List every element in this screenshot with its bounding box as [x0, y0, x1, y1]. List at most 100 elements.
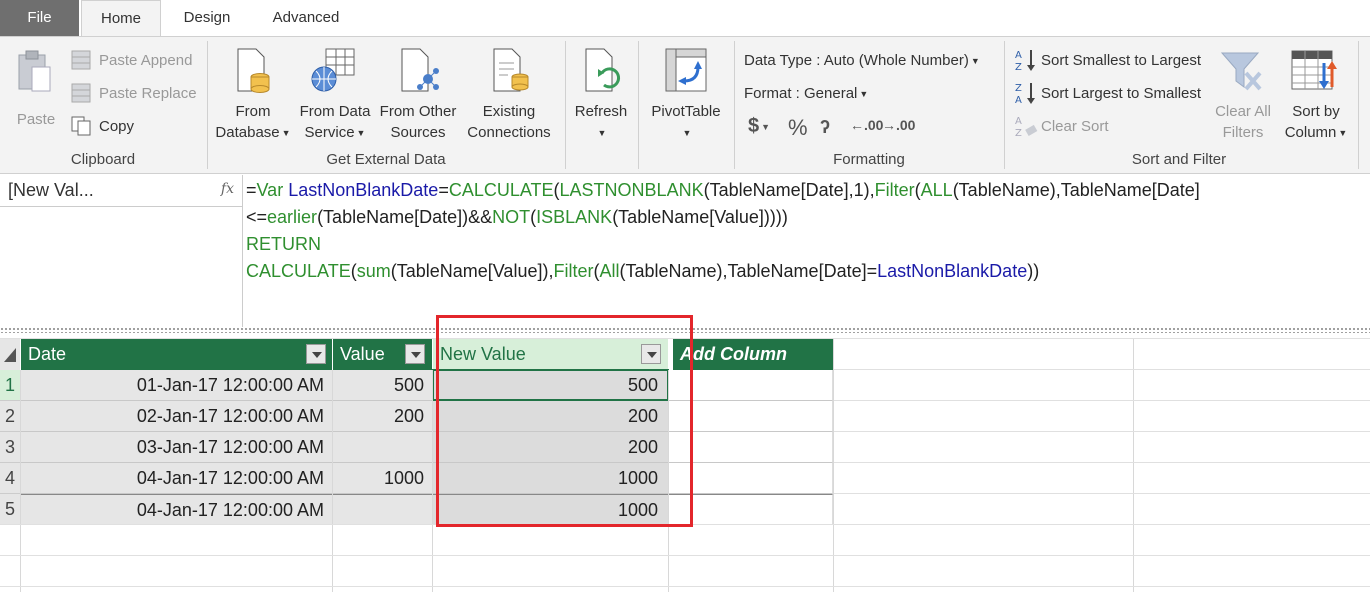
existing-connections-button[interactable]: Existing Connections — [462, 45, 556, 145]
formula-line-4: CALCULATE(sum(TableName[Value]),Filter(A… — [246, 261, 1040, 281]
clipboard-group-label: Clipboard — [70, 151, 136, 168]
tab-design[interactable]: Design — [170, 0, 244, 36]
from-database-label-2: Database — [215, 124, 280, 141]
group-separator — [638, 41, 639, 169]
refresh-label: Refresh — [574, 103, 628, 120]
currency-button[interactable]: $ ▼ — [748, 115, 770, 138]
svg-text:Z: Z — [1015, 83, 1022, 94]
name-box-value: [New Val... — [8, 180, 94, 200]
increase-decimal-button[interactable]: ←.00 — [850, 117, 883, 133]
value-cell[interactable]: 200 — [333, 401, 432, 432]
row-number[interactable]: 2 — [0, 401, 20, 432]
clear-all-filters-button[interactable]: Clear All Filters — [1208, 45, 1278, 145]
row-number[interactable]: 1 — [0, 370, 20, 401]
grid-line — [432, 370, 433, 592]
format-dropdown[interactable]: Format : General ▼ — [744, 85, 868, 102]
formula-editor[interactable]: =Var LastNonBlankDate=CALCULATE(LASTNONB… — [246, 177, 1366, 285]
pivottable-button[interactable]: PivotTable ▼ — [644, 45, 728, 145]
ribbon: Paste Paste Append Paste Replace Copy Cl… — [0, 36, 1370, 174]
add-column-cell[interactable] — [669, 463, 833, 494]
existing-connections-icon — [493, 48, 529, 92]
clear-sort-button[interactable]: Clear Sort — [1041, 118, 1109, 135]
group-separator — [565, 41, 566, 169]
value-cell[interactable] — [333, 494, 432, 525]
select-all-corner[interactable] — [0, 338, 20, 370]
from-other-sources-label-1: From Other — [379, 103, 457, 120]
decrease-decimal-icon: → — [882, 117, 896, 133]
sort-descending-button[interactable]: Sort Largest to Smallest — [1041, 85, 1201, 102]
date-cell[interactable]: 02-Jan-17 12:00:00 AM — [21, 401, 332, 432]
sort-by-label-2: Column — [1284, 124, 1337, 141]
get-external-data-group-label: Get External Data — [326, 151, 446, 168]
tab-advanced[interactable]: Advanced — [262, 0, 350, 36]
tab-home[interactable]: Home — [81, 0, 161, 36]
column-header-date[interactable]: Date — [21, 338, 332, 370]
grid-line — [20, 370, 21, 592]
currency-icon: $ — [748, 115, 760, 137]
from-data-service-button[interactable]: From Data Service ▼ — [296, 45, 374, 145]
increase-decimal-icon: ← — [850, 117, 864, 133]
row-number[interactable]: 3 — [0, 432, 20, 463]
group-separator — [207, 41, 208, 169]
paste-button[interactable]: Paste — [10, 47, 62, 128]
refresh-button[interactable]: Refresh ▼ — [568, 45, 634, 145]
clear-sort-icon: AZ — [1015, 116, 1038, 139]
add-column-cell[interactable] — [669, 432, 833, 463]
value-cell[interactable]: 1000 — [333, 463, 432, 494]
add-column-cell[interactable] — [669, 370, 833, 401]
row-number[interactable]: 4 — [0, 463, 20, 494]
grid-line — [834, 462, 1370, 463]
svg-text:A: A — [1015, 95, 1022, 106]
existing-connections-label-1: Existing — [482, 103, 536, 120]
refresh-icon — [585, 48, 620, 92]
column-header-value[interactable]: Value — [333, 338, 432, 370]
row-number[interactable]: 5 — [0, 494, 20, 525]
chevron-down-icon: ▼ — [1338, 127, 1348, 138]
database-icon — [237, 48, 270, 93]
chevron-down-icon: ▼ — [859, 89, 869, 100]
date-cell[interactable]: 04-Jan-17 12:00:00 AM — [21, 494, 332, 525]
value-cell[interactable]: 500 — [333, 370, 432, 401]
fx-icon[interactable]: fx — [221, 181, 234, 197]
sort-by-label-1: Sort by — [1292, 103, 1340, 120]
tab-file[interactable]: File — [0, 0, 79, 36]
column-header-add-column[interactable]: Add Column — [673, 338, 833, 370]
ribbon-tabs: File Home Design Advanced — [0, 0, 1370, 36]
name-box[interactable]: [New Val... fx — [0, 175, 243, 207]
value-cell[interactable] — [333, 432, 432, 463]
formula-line-3: RETURN — [246, 234, 321, 254]
percent-button[interactable]: % — [788, 115, 808, 141]
sort-ascending-button[interactable]: Sort Smallest to Largest — [1041, 52, 1201, 69]
from-other-sources-button[interactable]: From Other Sources — [376, 45, 460, 145]
data-type-label: Data Type : Auto (Whole Number) — [744, 52, 969, 69]
copy-icon — [71, 116, 91, 136]
decrease-decimal-button[interactable]: →.00 — [882, 117, 915, 133]
chevron-down-icon: ▼ — [356, 127, 366, 138]
comma-button[interactable]: ʔ — [820, 117, 830, 138]
clear-all-label-1: Clear All — [1215, 103, 1271, 120]
grid-line — [0, 586, 1370, 587]
date-cell[interactable]: 01-Jan-17 12:00:00 AM — [21, 370, 332, 401]
add-column-cell[interactable] — [669, 494, 833, 525]
date-cell[interactable]: 03-Jan-17 12:00:00 AM — [21, 432, 332, 463]
chevron-down-icon: ▼ — [281, 127, 291, 138]
chevron-down-icon: ▼ — [682, 127, 692, 138]
copy-button[interactable]: Copy — [99, 118, 134, 135]
increase-decimal-label: .00 — [864, 117, 884, 133]
add-column-cell[interactable] — [669, 401, 833, 432]
data-service-icon — [311, 48, 355, 92]
grid-line — [332, 370, 333, 592]
column-header-value-label: Value — [340, 344, 385, 364]
group-separator — [734, 41, 735, 169]
pivottable-label: PivotTable — [651, 103, 721, 120]
paste-replace-button[interactable]: Paste Replace — [99, 85, 197, 102]
filter-dropdown-icon[interactable] — [405, 344, 425, 364]
paste-append-button[interactable]: Paste Append — [99, 52, 192, 69]
date-cell[interactable]: 04-Jan-17 12:00:00 AM — [21, 463, 332, 494]
sort-and-filter-group-label: Sort and Filter — [1131, 151, 1227, 168]
filter-dropdown-icon[interactable] — [306, 344, 326, 364]
svg-text:Z: Z — [1015, 128, 1022, 139]
data-type-dropdown[interactable]: Data Type : Auto (Whole Number) ▼ — [744, 52, 980, 69]
sort-by-column-button[interactable]: Sort by Column ▼ — [1280, 45, 1352, 145]
from-database-button[interactable]: From Database ▼ — [212, 45, 294, 145]
